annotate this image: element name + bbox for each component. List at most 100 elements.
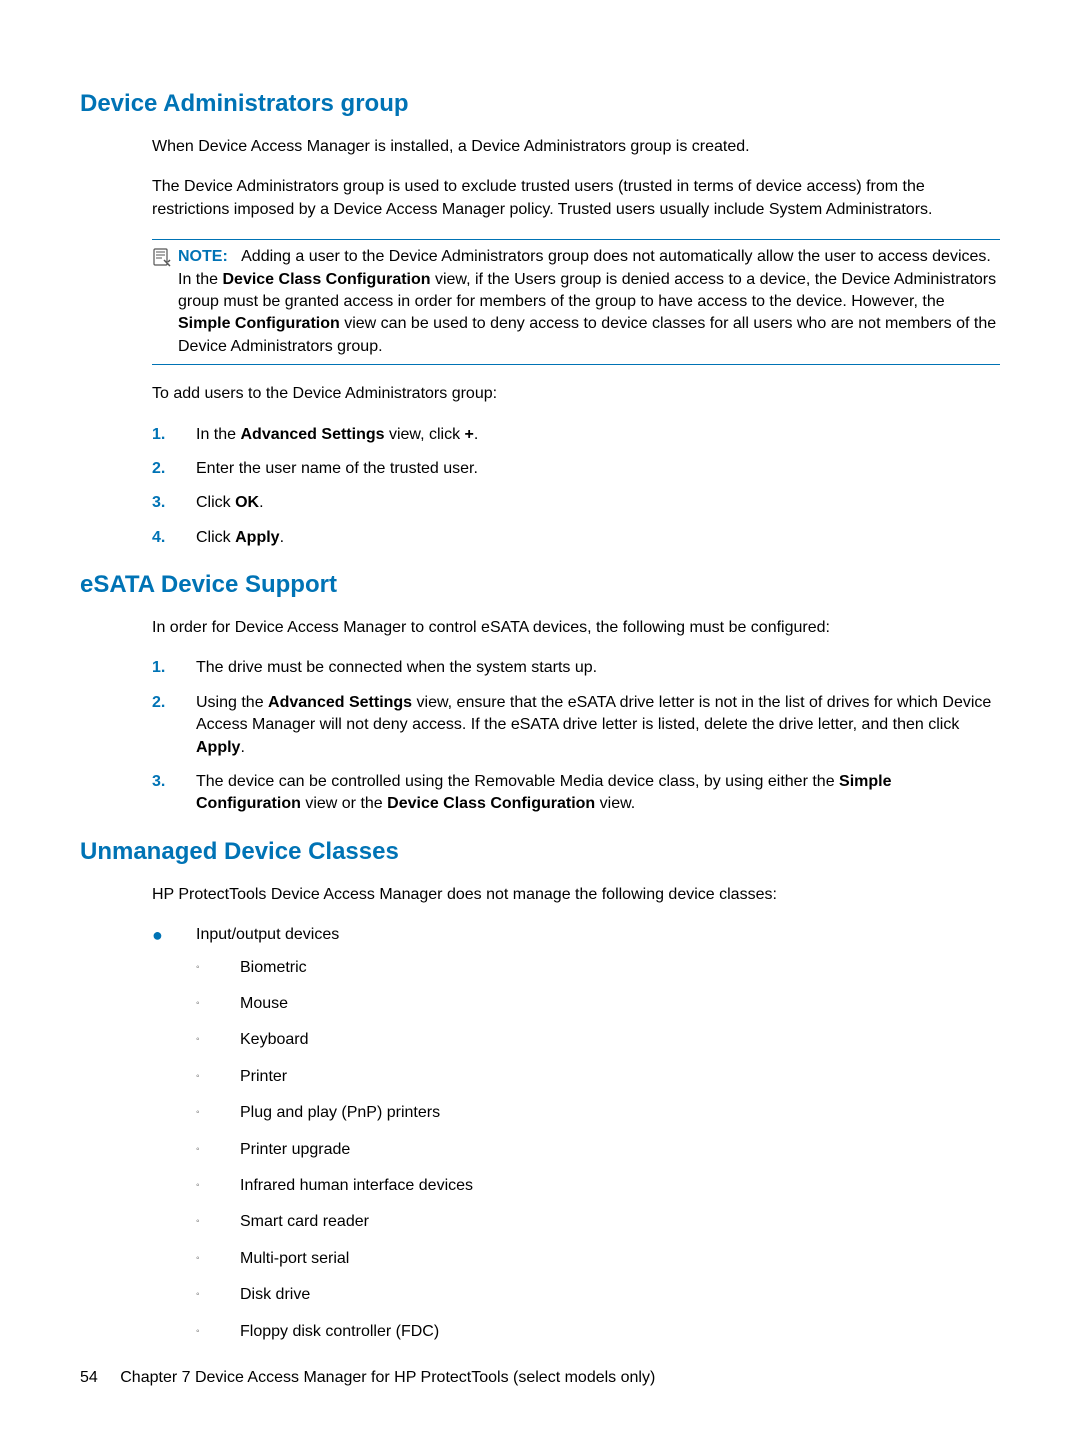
sub-bullet-item: ◦Printer [196, 1066, 1000, 1088]
para: When Device Access Manager is installed,… [152, 136, 1000, 158]
text-fragment: view, click [385, 426, 465, 443]
para: To add users to the Device Administrator… [152, 383, 1000, 405]
sub-bullet-icon: ◦ [196, 1248, 240, 1270]
text-bold: Advanced Settings [268, 694, 412, 711]
page-number: 54 [80, 1369, 98, 1387]
step-number: 3. [152, 492, 196, 514]
text-fragment: . [280, 529, 284, 546]
text-bold: Apply [235, 529, 279, 546]
note-box: NOTE: Adding a user to the Device Admini… [152, 239, 1000, 365]
sub-bullet-item: ◦Biometric [196, 957, 1000, 979]
text-fragment: view or the [301, 795, 387, 812]
step-body: The drive must be connected when the sys… [196, 657, 1000, 679]
sub-bullet-item: ◦Infrared human interface devices [196, 1175, 1000, 1197]
sub-bullet-icon: ◦ [196, 1321, 240, 1343]
note-bold: Simple Configuration [178, 315, 340, 332]
text-fragment: Click [196, 529, 235, 546]
sub-bullet-text: Floppy disk controller (FDC) [240, 1321, 439, 1343]
note-label: NOTE: [178, 248, 228, 265]
step-item: 3. The device can be controlled using th… [152, 771, 1000, 816]
text-fragment: Using the [196, 694, 268, 711]
section3-body: HP ProtectTools Device Access Manager do… [152, 884, 1000, 1357]
sub-bullet-text: Printer upgrade [240, 1139, 350, 1161]
step-item: 3. Click OK. [152, 492, 1000, 514]
sub-bullet-icon: ◦ [196, 1284, 240, 1306]
document-page: Device Administrators group When Device … [0, 0, 1080, 1437]
step-item: 2. Enter the user name of the trusted us… [152, 458, 1000, 480]
bullet-list: ● Input/output devices ◦Biometric ◦Mouse… [152, 924, 1000, 1357]
steps-list: 1. In the Advanced Settings view, click … [152, 424, 1000, 550]
sub-bullet-icon: ◦ [196, 1211, 240, 1233]
bullet-text: Input/output devices [196, 926, 339, 943]
bullet-icon: ● [152, 924, 196, 1357]
para: The Device Administrators group is used … [152, 176, 1000, 221]
step-body: Using the Advanced Settings view, ensure… [196, 692, 1000, 759]
step-body: In the Advanced Settings view, click +. [196, 424, 1000, 446]
sub-bullet-item: ◦Mouse [196, 993, 1000, 1015]
note-bold: Device Class Configuration [222, 271, 430, 288]
sub-bullet-icon: ◦ [196, 993, 240, 1015]
text-fragment: . [240, 739, 244, 756]
heading-device-admin-group: Device Administrators group [80, 90, 1000, 118]
sub-bullet-icon: ◦ [196, 1139, 240, 1161]
para: HP ProtectTools Device Access Manager do… [152, 884, 1000, 906]
step-item: 1. In the Advanced Settings view, click … [152, 424, 1000, 446]
text-fragment: . [474, 426, 478, 443]
sub-bullet-icon: ◦ [196, 1029, 240, 1051]
text-fragment: The device can be controlled using the R… [196, 773, 839, 790]
sub-bullet-list: ◦Biometric ◦Mouse ◦Keyboard ◦Printer ◦Pl… [196, 957, 1000, 1343]
section1-body: When Device Access Manager is installed,… [152, 136, 1000, 549]
sub-bullet-icon: ◦ [196, 1175, 240, 1197]
sub-bullet-item: ◦Smart card reader [196, 1211, 1000, 1233]
sub-bullet-text: Disk drive [240, 1284, 310, 1306]
sub-bullet-icon: ◦ [196, 1102, 240, 1124]
sub-bullet-text: Printer [240, 1066, 287, 1088]
text-bold: Advanced Settings [240, 426, 384, 443]
text-bold: OK [235, 494, 259, 511]
text-fragment: view. [595, 795, 635, 812]
step-number: 1. [152, 424, 196, 446]
sub-bullet-item: ◦Plug and play (PnP) printers [196, 1102, 1000, 1124]
sub-bullet-text: Multi-port serial [240, 1248, 349, 1270]
step-number: 1. [152, 657, 196, 679]
heading-unmanaged-classes: Unmanaged Device Classes [80, 838, 1000, 866]
sub-bullet-item: ◦Multi-port serial [196, 1248, 1000, 1270]
sub-bullet-text: Mouse [240, 993, 288, 1015]
note-icon [152, 246, 178, 358]
sub-bullet-item: ◦Disk drive [196, 1284, 1000, 1306]
step-number: 2. [152, 458, 196, 480]
step-number: 4. [152, 527, 196, 549]
note-text: NOTE: Adding a user to the Device Admini… [178, 246, 1000, 358]
footer-chapter: Chapter 7 Device Access Manager for HP P… [120, 1369, 655, 1386]
sub-bullet-text: Keyboard [240, 1029, 309, 1051]
sub-bullet-text: Infrared human interface devices [240, 1175, 473, 1197]
sub-bullet-text: Smart card reader [240, 1211, 369, 1233]
step-body: Click Apply. [196, 527, 1000, 549]
text-fragment: . [259, 494, 263, 511]
step-number: 3. [152, 771, 196, 816]
step-item: 1. The drive must be connected when the … [152, 657, 1000, 679]
sub-bullet-text: Biometric [240, 957, 307, 979]
step-item: 2. Using the Advanced Settings view, ens… [152, 692, 1000, 759]
sub-bullet-icon: ◦ [196, 1066, 240, 1088]
section2-body: In order for Device Access Manager to co… [152, 617, 1000, 816]
sub-bullet-icon: ◦ [196, 957, 240, 979]
steps-list: 1. The drive must be connected when the … [152, 657, 1000, 815]
text-bold: Apply [196, 739, 240, 756]
step-number: 2. [152, 692, 196, 759]
text-bold: + [465, 426, 474, 443]
step-body: Enter the user name of the trusted user. [196, 458, 1000, 480]
sub-bullet-item: ◦Floppy disk controller (FDC) [196, 1321, 1000, 1343]
heading-esata-support: eSATA Device Support [80, 571, 1000, 599]
note-fragment [232, 248, 241, 265]
step-body: The device can be controlled using the R… [196, 771, 1000, 816]
bullet-item: ● Input/output devices ◦Biometric ◦Mouse… [152, 924, 1000, 1357]
text-bold: Device Class Configuration [387, 795, 595, 812]
para: In order for Device Access Manager to co… [152, 617, 1000, 639]
text-fragment: In the [196, 426, 240, 443]
bullet-body: Input/output devices ◦Biometric ◦Mouse ◦… [196, 924, 1000, 1357]
page-footer: 54 Chapter 7 Device Access Manager for H… [80, 1369, 655, 1387]
step-item: 4. Click Apply. [152, 527, 1000, 549]
step-body: Click OK. [196, 492, 1000, 514]
sub-bullet-text: Plug and play (PnP) printers [240, 1102, 440, 1124]
